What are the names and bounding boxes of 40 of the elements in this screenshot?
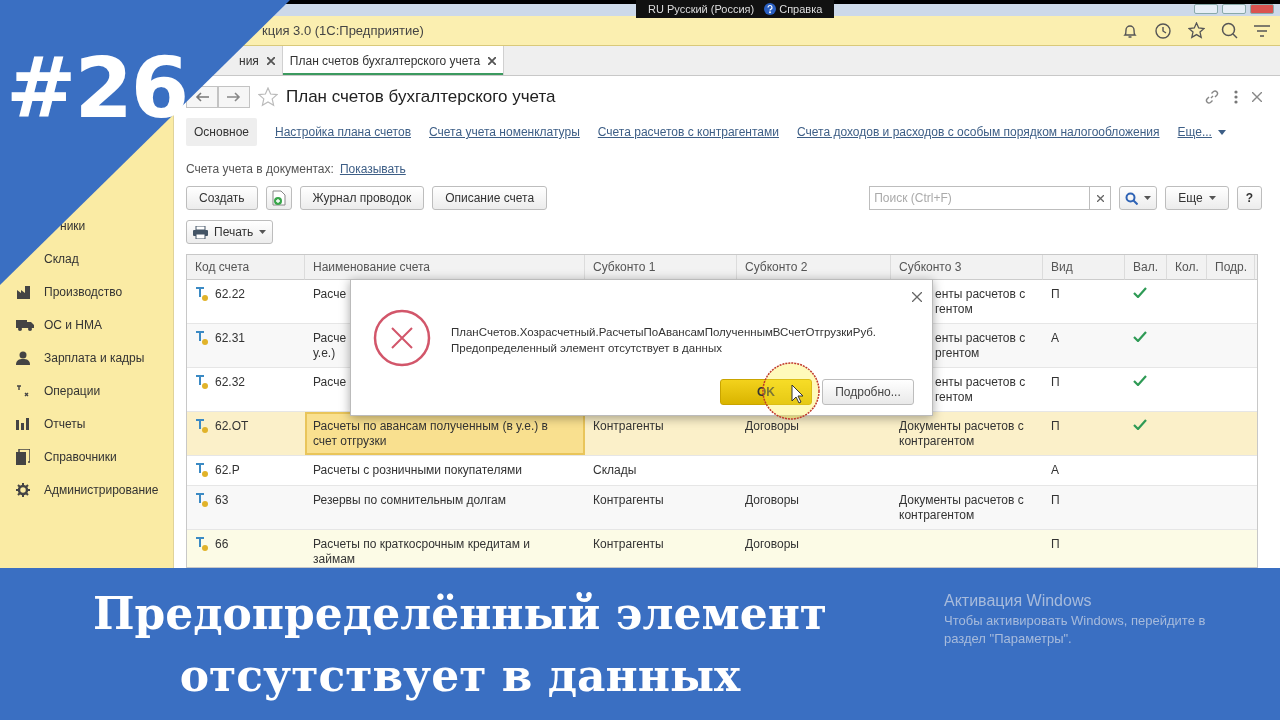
form-title: План счетов бухгалтерского учета: [286, 87, 556, 107]
table-cell: 62.ОТ: [215, 419, 249, 434]
table-cell: Контрагенты: [593, 493, 664, 507]
table-cell: Контрагенты: [593, 419, 664, 433]
table-cell: П: [1051, 493, 1060, 507]
table-cell: Документы расчетов с контрагентом: [899, 419, 1024, 448]
table-cell: Расче у.е.): [313, 331, 347, 360]
table-cell: 62.Р: [215, 463, 240, 478]
table-cell: П: [1051, 419, 1060, 433]
table-cell: енты расчетов с гентом: [935, 375, 1026, 404]
table-cell: 63: [215, 493, 229, 508]
table-cell: Резервы по сомнительным долгам: [313, 493, 506, 507]
table-cell: Расче: [313, 375, 347, 389]
table-cell: П: [1051, 537, 1060, 551]
video-caption: Предопределённый элемент отсутствует в данных: [91, 587, 829, 703]
error-message: ПланСчетов.Хозрасчетный.РасчетыПоАвансамПолученнымВСчетОтгрузкиРуб. Предопределенный элемент отсутствует в данных: [451, 325, 877, 356]
episode-number: #26: [6, 46, 188, 130]
table-cell: 62.22: [215, 287, 246, 302]
table-cell: 66: [215, 537, 229, 552]
table-cell: Договоры: [745, 537, 799, 551]
activation-text: Чтобы активировать Windows, перейдите в раздел "Параметры".: [944, 612, 1206, 648]
table-cell: Расче: [313, 287, 347, 301]
table-cell: Договоры: [745, 419, 799, 433]
table-cell: 62.31: [215, 331, 246, 346]
table-cell: енты расчетов с ргентом: [935, 331, 1026, 360]
table-cell: Склады: [593, 463, 637, 477]
table-cell: Договоры: [745, 493, 799, 507]
table-cell: 62.32: [215, 375, 246, 390]
table-cell: енты расчетов с гентом: [935, 287, 1026, 316]
table-cell: А: [1051, 463, 1059, 477]
table-cell: Расчеты по краткосрочным кредитам и займам: [313, 537, 531, 566]
window-title: кция 3.0 (1С:Предприятие): [262, 23, 424, 38]
documents-label: Счета учета в документах:: [186, 162, 334, 176]
table-cell: Контрагенты: [593, 537, 664, 551]
table-cell: Расчеты с розничными покупателями: [313, 463, 522, 477]
table-cell: А: [1051, 331, 1059, 345]
table-cell: П: [1051, 375, 1060, 389]
table-cell: Документы расчетов с контрагентом: [899, 493, 1024, 522]
activation-title: Активация Windows: [944, 592, 1093, 610]
table-cell: П: [1051, 287, 1060, 301]
